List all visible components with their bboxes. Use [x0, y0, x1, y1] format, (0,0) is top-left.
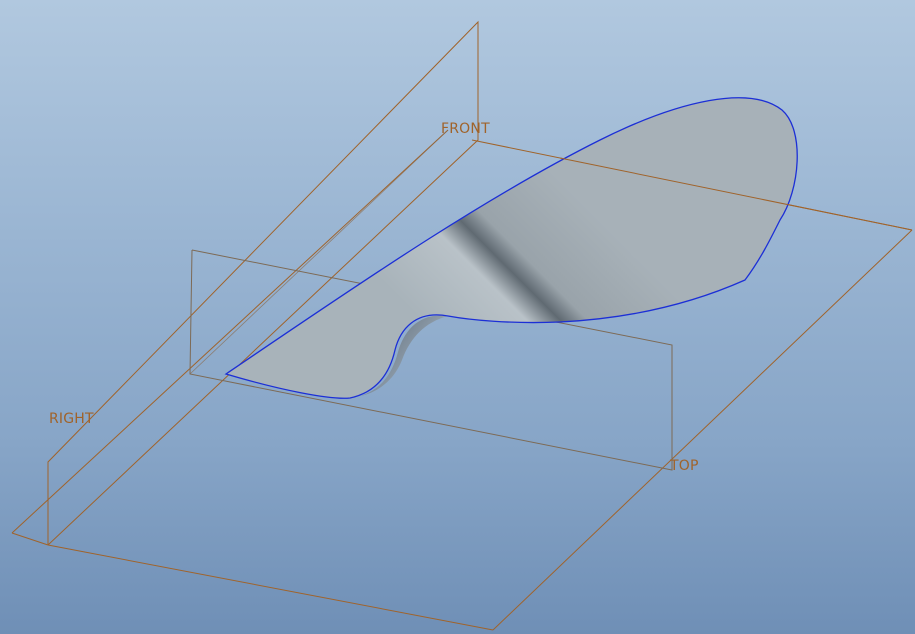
top-plane-edge-front	[47, 544, 494, 631]
3d-model-scene[interactable]: FRONT RIGHT TOP	[0, 0, 915, 634]
surface-fill	[226, 97, 798, 399]
sheet-surface[interactable]	[224, 97, 798, 399]
top-plane-label[interactable]: TOP	[669, 458, 699, 474]
right-plane-inner-edge-2	[11, 532, 49, 546]
model-viewport[interactable]: FRONT RIGHT TOP	[0, 0, 915, 634]
right-plane-label[interactable]: RIGHT	[49, 411, 94, 427]
front-plane-label[interactable]: FRONT	[441, 121, 490, 137]
